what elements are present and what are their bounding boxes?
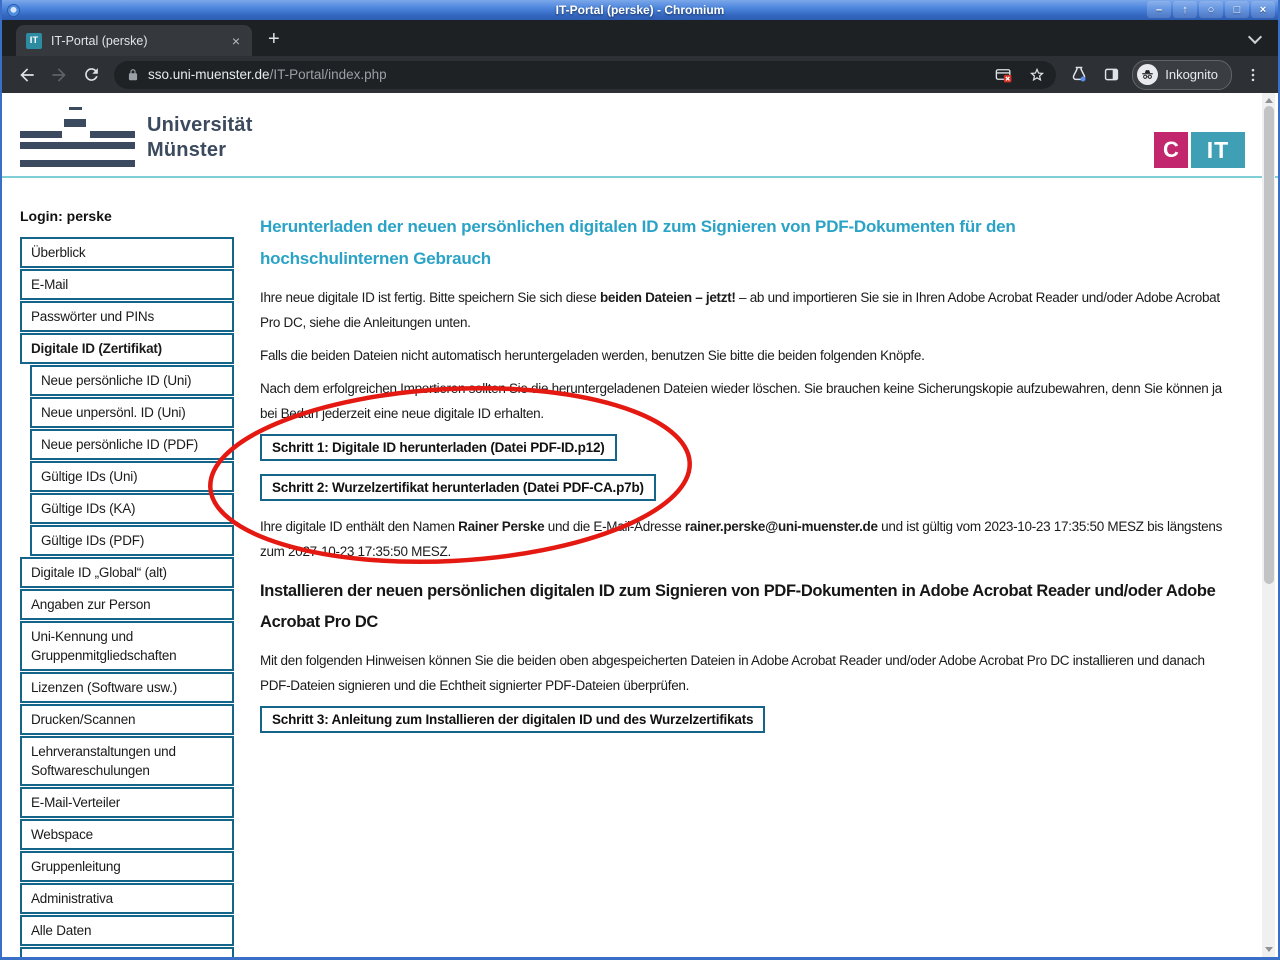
maximize-button[interactable]: □	[1225, 1, 1249, 18]
sidebar-item[interactable]: Gültige IDs (PDF)	[30, 525, 234, 556]
page-header: Universität Münster C IT	[2, 93, 1278, 178]
browser-toolbar: sso.uni-muenster.de/IT-Portal/index.php …	[2, 56, 1278, 93]
minimize-button[interactable]: –	[1147, 1, 1171, 18]
sidebar-item[interactable]: Gültige IDs (Uni)	[30, 461, 234, 492]
incognito-label: Inkognito	[1165, 67, 1218, 82]
sidebar-item[interactable]: Administrativa	[20, 883, 234, 914]
paragraph-intro: Ihre neue digitale ID ist fertig. Bitte …	[260, 285, 1226, 335]
scrollbar-thumb[interactable]	[1264, 106, 1274, 584]
sidebar-item[interactable]: Neue persönliche ID (PDF)	[30, 429, 234, 460]
new-tab-button[interactable]: +	[268, 29, 280, 49]
paragraph-delete-hint: Nach dem erfolgreichen Importieren sollt…	[260, 376, 1226, 426]
main-content: Herunterladen der neuen persönlichen dig…	[260, 207, 1226, 746]
browser-tab[interactable]: IT IT-Portal (perske) ×	[16, 25, 252, 56]
forward-button[interactable]	[44, 60, 74, 90]
sidebar-item[interactable]: Webspace	[20, 819, 234, 850]
reload-button[interactable]	[76, 60, 106, 90]
tab-close-icon[interactable]: ×	[230, 33, 242, 49]
cit-logo-it: IT	[1191, 132, 1245, 168]
sidebar-item[interactable]: Digitale ID (Zertifikat)	[20, 333, 234, 364]
scroll-up-arrow-icon[interactable]	[1265, 98, 1273, 103]
sticky-button[interactable]: ○	[1199, 1, 1223, 18]
sidebar-item[interactable]: Gruppenleitung	[20, 851, 234, 882]
browser-window: IT-Portal (perske) - Chromium –↑○□× IT I…	[0, 0, 1280, 960]
rollup-button[interactable]: ↑	[1173, 1, 1197, 18]
download-root-cert-button[interactable]: Schritt 2: Wurzelzertifikat herunterlade…	[260, 474, 656, 501]
tab-strip: IT IT-Portal (perske) × +	[2, 20, 1278, 56]
sidebar-item[interactable]: E-Mail	[20, 269, 234, 300]
sidebar-item[interactable]: Angaben zur Person	[20, 589, 234, 620]
labs-flask-icon[interactable]	[1064, 60, 1094, 90]
save-card-icon[interactable]	[990, 62, 1016, 88]
bookmark-star-icon[interactable]	[1024, 62, 1050, 88]
sidebar-nav: Login: perske ÜberblickE-MailPasswörter …	[20, 208, 234, 957]
page-title: Herunterladen der neuen persönlichen dig…	[260, 211, 1120, 275]
login-label: Login: perske	[20, 208, 234, 224]
url-text: sso.uni-muenster.de/IT-Portal/index.php	[148, 67, 387, 82]
section-title-install: Installieren der neuen persönlichen digi…	[260, 576, 1226, 638]
incognito-badge: Inkognito	[1132, 60, 1232, 90]
cit-logo-c: C	[1154, 132, 1188, 168]
cit-logo[interactable]: C IT	[1154, 132, 1245, 168]
scroll-down-arrow-icon[interactable]	[1265, 947, 1273, 952]
incognito-icon	[1137, 64, 1158, 85]
vertical-scrollbar[interactable]	[1262, 93, 1275, 957]
chevron-down-icon[interactable]	[1248, 30, 1262, 44]
university-logo[interactable]	[20, 103, 136, 167]
sidebar-item[interactable]: Digitale ID „Global“ (alt)	[20, 557, 234, 588]
chromium-icon	[7, 4, 20, 17]
sidebar-items: ÜberblickE-MailPasswörter und PINsDigita…	[20, 237, 234, 946]
close-button[interactable]: ×	[1251, 1, 1275, 18]
sidebar-item[interactable]: Neue unpersönl. ID (Uni)	[30, 397, 234, 428]
tab-title: IT-Portal (perske)	[51, 34, 230, 48]
sidebar-item[interactable]: Gültige IDs (KA)	[30, 493, 234, 524]
paragraph-install-hint: Mit den folgenden Hinweisen können Sie d…	[260, 648, 1226, 698]
lock-icon[interactable]	[126, 68, 140, 82]
sidebar-item[interactable]: Überblick	[20, 237, 234, 268]
download-id-button[interactable]: Schritt 1: Digitale ID herunterladen (Da…	[260, 434, 617, 461]
address-bar[interactable]: sso.uni-muenster.de/IT-Portal/index.php	[114, 61, 1056, 89]
sidebar-item[interactable]: Uni-Kennung und Gruppenmitgliedschaften	[20, 621, 234, 671]
sidebar-item[interactable]: E-Mail-Verteiler	[20, 787, 234, 818]
university-name: Universität Münster	[147, 113, 253, 163]
sidebar-item[interactable]: Neue persönliche ID (Uni)	[30, 365, 234, 396]
tab-favicon-icon: IT	[26, 33, 42, 49]
sidebar-item[interactable]: Lizenzen (Software usw.)	[20, 672, 234, 703]
paragraph-fallback: Falls die beiden Dateien nicht automatis…	[260, 343, 1226, 368]
sidebar-item[interactable]: Drucken/Scannen	[20, 704, 234, 735]
sidebar-item-clipped[interactable]	[20, 947, 234, 957]
url-path: /IT-Portal/index.php	[270, 67, 387, 82]
window-controls: –↑○□×	[1147, 1, 1275, 18]
sidebar-item[interactable]: Lehrveranstaltungen und Softwareschulung…	[20, 736, 234, 786]
url-host: sso.uni-muenster.de	[148, 67, 270, 82]
window-title: IT-Portal (perske) - Chromium	[2, 3, 1278, 17]
side-panel-icon[interactable]	[1096, 60, 1126, 90]
back-button[interactable]	[12, 60, 42, 90]
menu-kebab-icon[interactable]	[1238, 60, 1268, 90]
install-guide-button[interactable]: Schritt 3: Anleitung zum Installieren de…	[260, 706, 765, 733]
paragraph-id-details: Ihre digitale ID enthält den Namen Raine…	[260, 514, 1226, 564]
sidebar-item[interactable]: Alle Daten	[20, 915, 234, 946]
page-content: Universität Münster C IT Login: perske Ü…	[2, 93, 1278, 957]
window-titlebar: IT-Portal (perske) - Chromium –↑○□×	[2, 0, 1278, 20]
sidebar-item[interactable]: Passwörter und PINs	[20, 301, 234, 332]
